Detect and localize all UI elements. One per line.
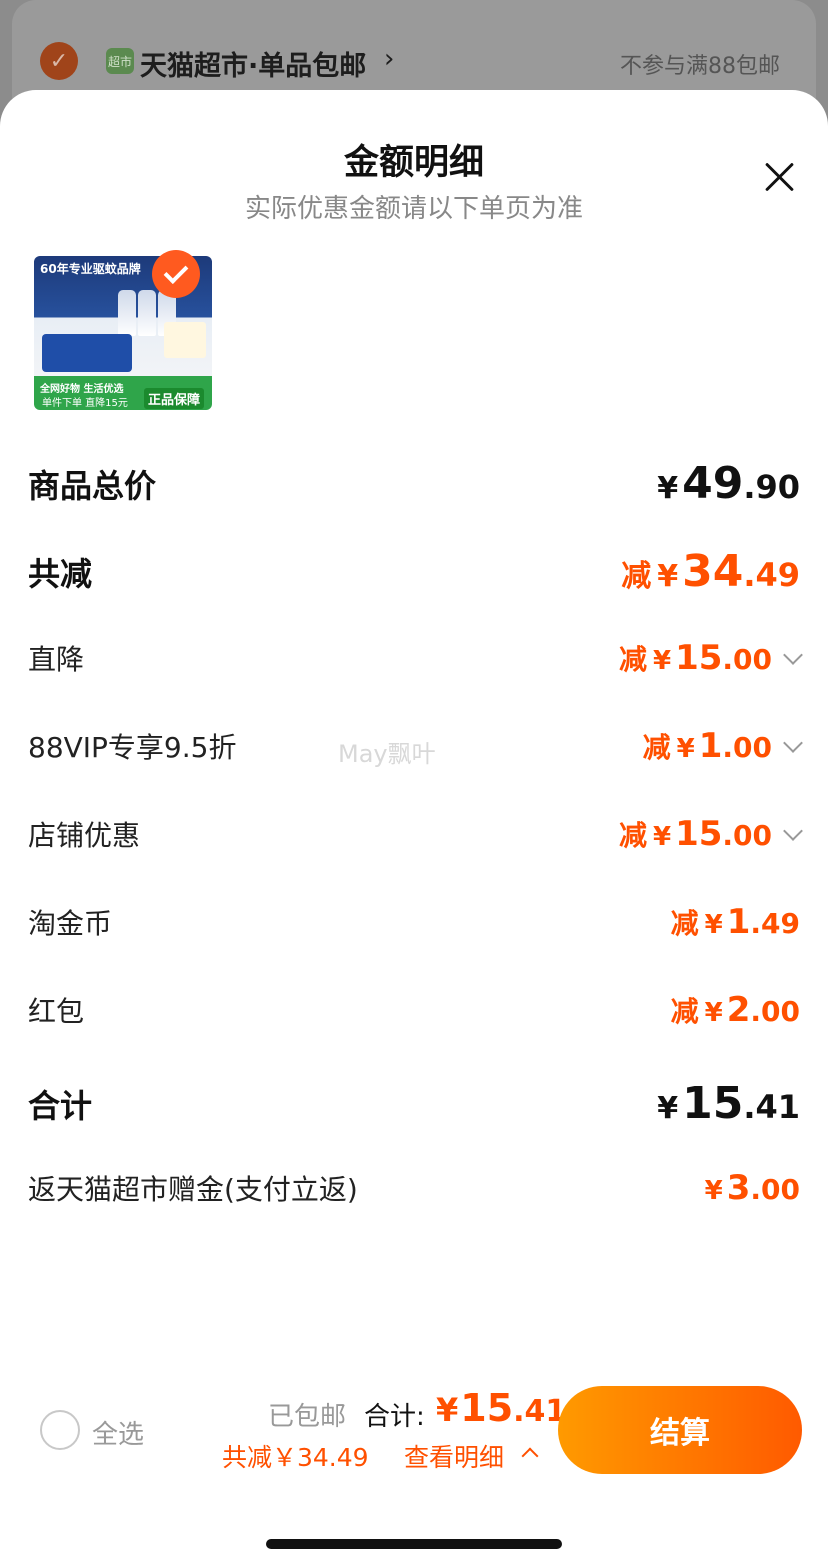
row-coins-discount: 淘金币 减 ¥1.49 [28,902,800,942]
vip-discount-label: 88VIP专享9.5折 [28,731,237,764]
view-detail-link[interactable]: 查看明细 [404,1438,504,1474]
total-amount: ¥15.41 [657,1078,800,1129]
row-total: 合计 ¥15.41 [28,1078,800,1129]
chevron-down-icon[interactable] [783,821,803,841]
product-bottle [138,290,156,336]
chevron-down-icon[interactable] [783,645,803,665]
product-box [42,334,132,372]
close-icon[interactable] [764,162,794,192]
store-discount-amount: 减 ¥15.00 [618,814,772,854]
sheet-subtitle: 实际优惠金额请以下单页为准 [244,194,583,224]
redpacket-amount: 减 ¥2.00 [670,990,800,1030]
select-all-radio[interactable] [40,1410,80,1450]
chevron-right-icon: › [384,44,395,74]
store-name-link[interactable]: 天猫超市·单品包邮 [140,44,366,83]
direct-discount-label: 直降 [28,643,85,676]
checkout-button[interactable]: 结算 [558,1386,802,1474]
sheet-title: 金额明细 [343,143,484,183]
total-discount-label: 共减 [28,554,93,593]
direct-discount-amount: 减 ¥15.00 [618,638,772,678]
store-checkbox-icon[interactable]: ✓ [40,42,78,80]
subtotal-label: 商品总价 [28,466,157,505]
bottom-saved-amount: 共减￥34.49 [222,1443,369,1472]
coins-label: 淘金币 [28,907,113,940]
product-bottle [118,290,136,336]
genuine-badge: 正品保障 [143,388,204,409]
shipping-note: 不参与满88包邮 [620,54,780,79]
row-total-discount: 共减 减 ¥34.49 [28,546,800,597]
row-subtotal: 商品总价 ¥49.90 [28,458,800,509]
shipping-status: 已包邮 [268,1402,347,1432]
subtotal-amount: ¥49.90 [657,458,800,509]
row-direct-discount[interactable]: 直降 减 ¥15.00 [28,638,803,678]
rebate-label: 返天猫超市赠金(支付立返) [28,1173,358,1206]
product-card [164,322,206,358]
tmall-supermarket-icon: 超市 [106,48,134,74]
thumb-promo: 单件下单 直降15元 [42,398,128,409]
watermark: May飘叶 [338,740,436,768]
bottom-total-label: 合计: [364,1402,425,1432]
vip-discount-amount: 减 ¥1.00 [642,726,772,766]
product-selected-check-icon[interactable] [152,250,200,298]
redpacket-label: 红包 [28,995,85,1028]
coins-amount: 减 ¥1.49 [670,902,800,942]
bottom-total-amount: ¥15.41 [436,1386,567,1430]
thumb-banner-text: 60年专业驱蚊品牌 [40,262,141,276]
thumb-slogan: 全网好物 生活优选 [40,384,124,395]
total-discount-amount: 减 ¥34.49 [621,546,800,597]
select-all-label[interactable]: 全选 [92,1414,144,1451]
total-label: 合计 [28,1086,93,1125]
row-rebate: 返天猫超市赠金(支付立返) ¥3.00 [28,1168,800,1208]
amount-detail-sheet: 金额明细 实际优惠金额请以下单页为准 60年专业驱蚊品牌 全网好物 生活优选 单… [0,90,828,1565]
chevron-down-icon[interactable] [783,733,803,753]
store-discount-label: 店铺优惠 [28,819,141,852]
home-indicator [266,1539,562,1549]
row-redpacket-discount: 红包 减 ¥2.00 [28,990,800,1030]
row-store-discount[interactable]: 店铺优惠 减 ¥15.00 [28,814,803,854]
rebate-amount: ¥3.00 [704,1168,800,1208]
